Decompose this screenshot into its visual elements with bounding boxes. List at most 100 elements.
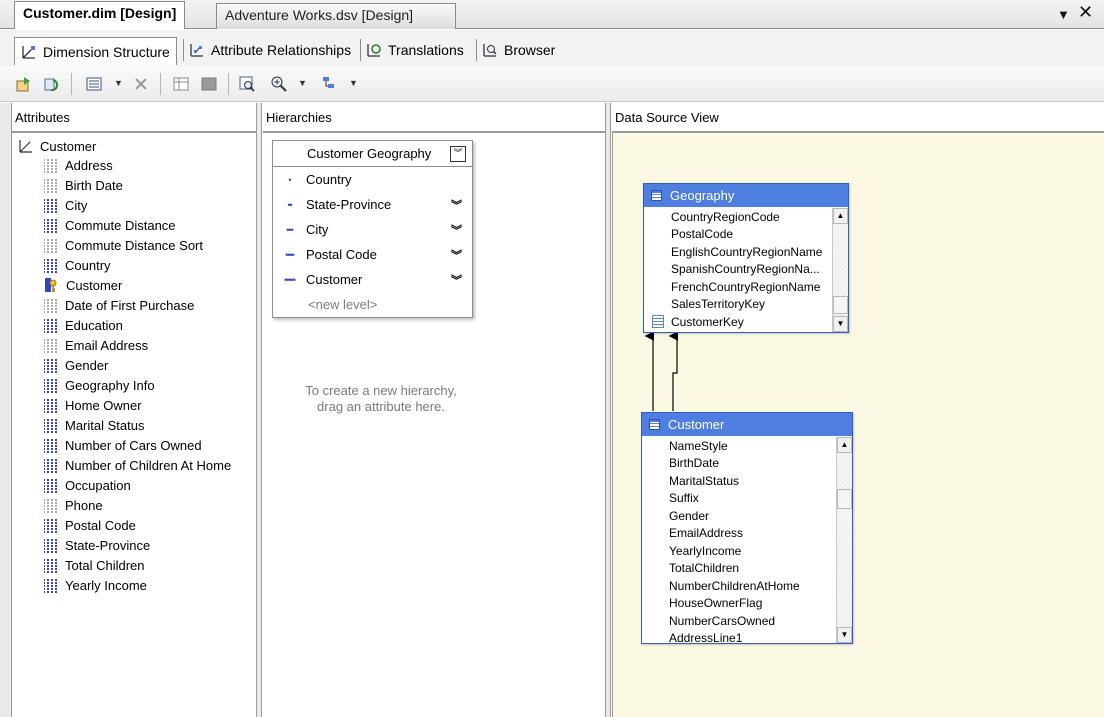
table-column[interactable]: HouseOwnerFlag [642, 595, 836, 613]
attribute-item[interactable]: Home Owner [44, 395, 231, 415]
attribute-item[interactable]: Email Address [44, 335, 231, 355]
chevron-down-icon[interactable]: ▼ [349, 78, 358, 88]
delete-icon[interactable] [130, 73, 152, 95]
attribute-icon [44, 377, 57, 393]
attribute-item[interactable]: City [44, 195, 231, 215]
hierarchy-level[interactable]: ••• City ︾ [273, 217, 472, 242]
table-scrollbar[interactable]: ▲ ▼ [832, 208, 848, 332]
attribute-item[interactable]: Date of First Purchase [44, 295, 231, 315]
attribute-icon [44, 357, 57, 373]
refresh-icon[interactable] [41, 73, 63, 95]
attribute-item[interactable]: Geography Info [44, 375, 231, 395]
table-column[interactable]: NameStyle [642, 437, 836, 455]
table-column[interactable]: EmailAddress [642, 525, 836, 543]
column-name: MaritalStatus [669, 473, 740, 488]
table-column[interactable]: NumberCarsOwned [642, 612, 836, 630]
table-column[interactable]: PostalCode [644, 226, 832, 244]
scroll-down-icon[interactable]: ▼ [833, 316, 848, 332]
arrange-tables-icon[interactable] [318, 73, 340, 95]
attribute-item[interactable]: Total Children [44, 555, 231, 575]
chevron-down-icon[interactable]: ▼ [1057, 5, 1070, 25]
process-icon[interactable] [13, 73, 35, 95]
attribute-item[interactable]: Number of Children At Home [44, 455, 231, 475]
attribute-icon [44, 417, 57, 433]
hide-table-icon[interactable] [198, 73, 220, 95]
hierarchy-customer-geography[interactable]: Customer Geography ︾ • Country •• State-Pro… [272, 140, 473, 318]
expand-level-icon[interactable]: ︾ [451, 197, 462, 213]
attribute-item[interactable]: Postal Code [44, 515, 231, 535]
hierarchy-level[interactable]: • Country [273, 167, 472, 192]
table-column[interactable]: SalesTerritoryKey [644, 296, 832, 314]
hierarchy-level[interactable]: •• State-Province ︾ [273, 192, 472, 217]
tab-dimension-structure[interactable]: Dimension Structure [14, 37, 177, 65]
table-column[interactable]: CustomerKey [644, 313, 832, 331]
find-table-icon[interactable] [236, 73, 258, 95]
attribute-item[interactable]: Phone [44, 495, 231, 515]
table-column[interactable]: SpanishCountryRegionNa... [644, 261, 832, 279]
collapse-hierarchy-button[interactable]: ︾ [450, 146, 466, 162]
show-table-icon[interactable] [170, 73, 192, 95]
attribute-item[interactable]: Yearly Income [44, 575, 231, 595]
column-name: FrenchCountryRegionName [671, 279, 821, 294]
attribute-item[interactable]: Customer [44, 275, 231, 295]
hierarchy-title[interactable]: Customer Geography ︾ [273, 141, 472, 167]
hierarchies-pane-splitter[interactable] [605, 103, 611, 717]
table-header[interactable]: Customer [642, 413, 852, 436]
attribute-item[interactable]: Commute Distance Sort [44, 235, 231, 255]
expand-level-icon[interactable]: ︾ [451, 222, 462, 238]
tab-translations[interactable]: Translations [360, 37, 470, 63]
table-column[interactable]: YearlyIncome [642, 542, 836, 560]
attribute-item[interactable]: Country [44, 255, 231, 275]
expand-level-icon[interactable]: ︾ [451, 247, 462, 263]
table-column[interactable]: AddressLine1 [642, 630, 836, 643]
attribute-item[interactable]: Occupation [44, 475, 231, 495]
attribute-item[interactable]: Commute Distance [44, 215, 231, 235]
table-column[interactable]: TotalChildren [642, 560, 836, 578]
relationship-arrow[interactable] [668, 331, 679, 411]
attributes-pane-splitter[interactable] [256, 103, 262, 717]
scroll-up-icon[interactable]: ▲ [833, 208, 848, 224]
table-column[interactable]: CountryRegionCode [644, 208, 832, 226]
attribute-item[interactable]: Birth Date [44, 175, 231, 195]
dimension-icon [19, 140, 32, 153]
attribute-item[interactable]: Number of Cars Owned [44, 435, 231, 455]
attribute-label: Gender [65, 357, 109, 373]
attribute-item[interactable]: Education [44, 315, 231, 335]
new-level-placeholder[interactable]: <new level> [273, 292, 472, 317]
dimension-root-label: Customer [40, 138, 97, 154]
expand-level-icon[interactable]: ︾ [451, 272, 462, 288]
hierarchy-level[interactable]: ••••• Customer ︾ [273, 267, 472, 292]
table-column[interactable]: BirthDate [642, 455, 836, 473]
zoom-icon[interactable] [268, 73, 290, 95]
tab-adventure-works-dsv-design[interactable]: Adventure Works.dsv [Design] [216, 3, 456, 29]
tab-browser[interactable]: Browser [476, 37, 561, 63]
table-column[interactable]: MaritalStatus [642, 472, 836, 490]
attribute-item[interactable]: Gender [44, 355, 231, 375]
table-scrollbar[interactable]: ▲ ▼ [836, 437, 852, 643]
scroll-down-icon[interactable]: ▼ [837, 627, 852, 643]
attribute-item[interactable]: State-Province [44, 535, 231, 555]
tab-customer-dim-design[interactable]: Customer.dim [Design] [14, 1, 186, 29]
table-column[interactable]: Gender [642, 507, 836, 525]
table-column[interactable]: Suffix [642, 490, 836, 508]
attribute-label: Number of Cars Owned [65, 437, 202, 453]
chevron-down-icon[interactable]: ▼ [114, 78, 123, 88]
table-column[interactable]: FrenchCountryRegionName [644, 278, 832, 296]
attribute-item[interactable]: Address [44, 155, 231, 175]
attribute-label: Commute Distance [65, 217, 176, 233]
table-header[interactable]: Geography [644, 184, 848, 207]
scroll-thumb[interactable] [837, 489, 852, 509]
dimension-root-node[interactable]: Customer [18, 137, 96, 155]
scroll-thumb[interactable] [833, 296, 848, 314]
table-column[interactable]: EnglishCountryRegionName [644, 243, 832, 261]
chevron-down-icon[interactable]: ▼ [298, 78, 307, 88]
show-attribute-types-icon[interactable] [83, 73, 105, 95]
attribute-item[interactable]: Marital Status [44, 415, 231, 435]
dsv-table-geography[interactable]: Geography CountryRegionCode PostalCode Eng… [643, 183, 849, 333]
table-column[interactable]: NumberChildrenAtHome [642, 577, 836, 595]
tab-attribute-relationships[interactable]: Attribute Relationships [183, 37, 357, 63]
close-icon[interactable]: ✕ [1078, 2, 1093, 22]
dsv-table-customer[interactable]: Customer NameStyle BirthDate MaritalStatus… [641, 412, 853, 644]
hierarchy-level[interactable]: •••• Postal Code ︾ [273, 242, 472, 267]
scroll-up-icon[interactable]: ▲ [837, 437, 852, 453]
